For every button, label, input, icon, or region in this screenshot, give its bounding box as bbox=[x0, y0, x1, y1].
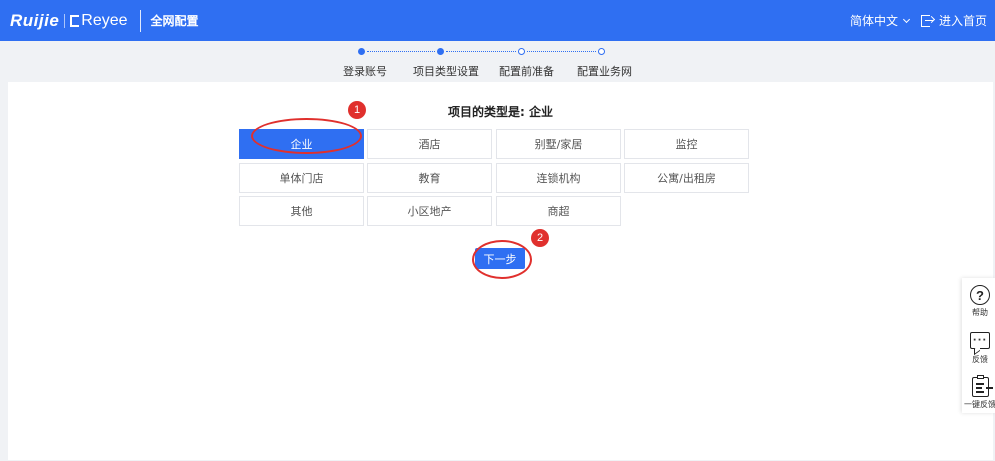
step-connector bbox=[446, 51, 516, 52]
type-option-single-store[interactable]: 单体门店 bbox=[239, 163, 364, 193]
side-quick-feedback-label: 一键反馈 bbox=[964, 400, 995, 409]
step-label-business-net: 配置业务网 bbox=[577, 65, 632, 78]
step-dot-3 bbox=[518, 48, 525, 55]
type-option-supermarket[interactable]: 商超 bbox=[496, 196, 621, 226]
language-selector[interactable]: 简体中文 bbox=[849, 12, 911, 29]
step-dot-4 bbox=[598, 48, 605, 55]
side-feedback-label: 反馈 bbox=[972, 355, 988, 364]
side-help-label: 帮助 bbox=[972, 308, 988, 317]
annotation-badge-2: 2 bbox=[531, 229, 549, 247]
step-label-prepare: 配置前准备 bbox=[499, 65, 554, 78]
header-divider bbox=[139, 9, 141, 32]
type-option-other[interactable]: 其他 bbox=[239, 196, 364, 226]
page-title: 全网配置 bbox=[150, 14, 199, 28]
project-type-panel: 项目的类型是: 企业 企业 酒店 别墅/家居 监控 单体门店 教育 连锁机构 公… bbox=[8, 82, 993, 460]
enter-home-label: 进入首页 bbox=[938, 14, 987, 28]
type-option-education[interactable]: 教育 bbox=[367, 163, 492, 193]
chat-icon: ··· bbox=[970, 332, 990, 349]
project-type-heading: 项目的类型是: 企业 bbox=[448, 105, 553, 119]
step-label-login: 登录账号 bbox=[343, 65, 387, 78]
type-option-surveillance[interactable]: 监控 bbox=[624, 129, 749, 159]
type-option-chain[interactable]: 连锁机构 bbox=[496, 163, 621, 193]
type-option-residential[interactable]: 小区地产 bbox=[367, 196, 492, 226]
top-header: Ruijie Reyee 全网配置 简体中文 进入首页 bbox=[0, 0, 995, 41]
annotation-ellipse-2 bbox=[472, 240, 532, 279]
help-icon: ? bbox=[970, 285, 990, 305]
reyee-logo: Reyee bbox=[70, 11, 128, 30]
header-actions: 简体中文 进入首页 bbox=[850, 0, 987, 41]
ruijie-logo: Ruijie bbox=[10, 10, 60, 30]
reyee-logo-text: Reyee bbox=[81, 11, 128, 29]
logo-separator bbox=[64, 13, 66, 28]
clipboard-icon bbox=[971, 375, 993, 397]
step-label-project-type: 项目类型设置 bbox=[413, 65, 479, 78]
exit-icon bbox=[920, 14, 934, 27]
annotation-badge-1: 1 bbox=[348, 101, 366, 119]
side-quick-feedback-button[interactable]: 一键反馈 bbox=[962, 375, 995, 410]
step-dot-1 bbox=[358, 48, 365, 55]
type-option-villa-home[interactable]: 别墅/家居 bbox=[496, 129, 621, 159]
step-connector bbox=[367, 51, 435, 52]
enter-home-link[interactable]: 进入首页 bbox=[920, 12, 987, 29]
side-feedback-button[interactable]: ··· 反馈 bbox=[962, 332, 995, 365]
reyee-mark-icon bbox=[70, 14, 80, 27]
step-dot-2 bbox=[437, 48, 444, 55]
type-option-hotel[interactable]: 酒店 bbox=[367, 129, 492, 159]
side-toolbar: ? 帮助 ··· 反馈 一键反馈 bbox=[962, 278, 995, 413]
language-label: 简体中文 bbox=[849, 14, 898, 28]
progress-steps: 登录账号 项目类型设置 配置前准备 配置业务网 bbox=[0, 41, 995, 81]
type-option-apartment[interactable]: 公寓/出租房 bbox=[624, 163, 749, 193]
step-connector bbox=[527, 51, 596, 52]
annotation-ellipse-1 bbox=[251, 118, 362, 154]
side-help-button[interactable]: ? 帮助 bbox=[962, 285, 995, 318]
chevron-down-icon bbox=[902, 15, 911, 23]
